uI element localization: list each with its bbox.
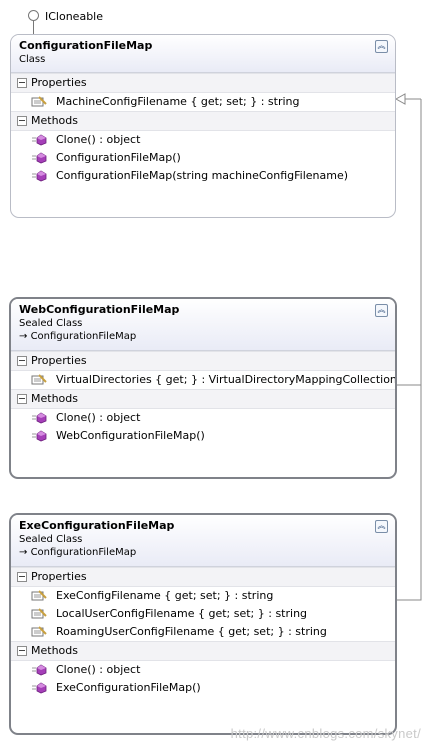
method-cube-icon xyxy=(32,682,47,694)
properties-section: Properties VirtualDirectories { get; } :… xyxy=(11,351,395,389)
property-text: MachineConfigFilename { get; set; } : st… xyxy=(56,95,300,108)
properties-section-header[interactable]: Properties xyxy=(11,567,395,587)
minus-toggle-icon[interactable] xyxy=(17,572,27,582)
method-cube-icon xyxy=(32,664,47,676)
minus-toggle-icon[interactable] xyxy=(17,116,27,126)
class-header: WebConfigurationFileMap Sealed Class → C… xyxy=(11,299,395,351)
method-text: Clone() : object xyxy=(56,411,141,424)
section-label: Properties xyxy=(31,570,87,583)
method-row[interactable]: WebConfigurationFileMap() xyxy=(11,427,395,445)
method-row[interactable]: Clone() : object xyxy=(11,131,395,149)
method-cube-icon xyxy=(32,170,47,182)
properties-section-header[interactable]: Properties xyxy=(11,351,395,371)
base-class-name: ConfigurationFileMap xyxy=(30,331,137,342)
methods-section: Methods Clone() : object ConfigurationFi… xyxy=(11,111,395,185)
properties-section-header[interactable]: Properties xyxy=(11,73,395,93)
property-wrench-icon xyxy=(31,626,47,637)
property-text: VirtualDirectories { get; } : VirtualDir… xyxy=(56,373,397,386)
property-row[interactable]: LocalUserConfigFilename { get; set; } : … xyxy=(11,605,395,623)
class-box-webconfigurationfilemap[interactable]: WebConfigurationFileMap Sealed Class → C… xyxy=(9,297,397,479)
property-wrench-icon xyxy=(31,96,47,107)
methods-section: Methods Clone() : object WebConfiguratio… xyxy=(11,389,395,445)
interface-name: ICloneable xyxy=(45,10,103,23)
arrow-right-icon: → xyxy=(19,331,31,342)
section-label: Methods xyxy=(31,644,78,657)
arrow-right-icon: → xyxy=(19,547,31,558)
base-class-ref: → ConfigurationFileMap xyxy=(19,546,387,560)
method-text: WebConfigurationFileMap() xyxy=(56,429,205,442)
property-text: LocalUserConfigFilename { get; set; } : … xyxy=(56,607,308,620)
methods-section-header[interactable]: Methods xyxy=(11,389,395,409)
class-header: ConfigurationFileMap Class ︽ xyxy=(11,35,395,73)
property-row[interactable]: RoamingUserConfigFilename { get; set; } … xyxy=(11,623,395,641)
method-cube-icon xyxy=(32,430,47,442)
chevron-up-double-icon[interactable]: ︽ xyxy=(375,520,388,533)
inheritance-line-exe xyxy=(395,385,422,601)
method-row[interactable]: Clone() : object xyxy=(11,661,395,679)
class-header: ExeConfigurationFileMap Sealed Class → C… xyxy=(11,515,395,567)
property-row[interactable]: VirtualDirectories { get; } : VirtualDir… xyxy=(11,371,395,389)
watermark-text: http://www.cnblogs.com/skynet/ xyxy=(230,726,421,741)
method-row[interactable]: ConfigurationFileMap(string machineConfi… xyxy=(11,167,395,185)
methods-section-header[interactable]: Methods xyxy=(11,641,395,661)
methods-section: Methods Clone() : object ExeConfiguratio… xyxy=(11,641,395,697)
class-kind: Sealed Class xyxy=(19,534,83,545)
base-class-ref: → ConfigurationFileMap xyxy=(19,330,387,344)
section-label: Methods xyxy=(31,392,78,405)
inheritance-arrowhead-icon xyxy=(394,93,406,105)
method-text: ConfigurationFileMap() xyxy=(56,151,181,164)
property-wrench-icon xyxy=(31,590,47,601)
chevron-up-double-icon[interactable]: ︽ xyxy=(375,40,388,53)
inheritance-line-web xyxy=(395,99,422,386)
class-box-execonfigurationfilemap[interactable]: ExeConfigurationFileMap Sealed Class → C… xyxy=(9,513,397,735)
lollipop-interface-icon xyxy=(28,10,39,21)
base-class-name: ConfigurationFileMap xyxy=(30,547,137,558)
properties-section: Properties MachineConfigFilename { get; … xyxy=(11,73,395,111)
minus-toggle-icon[interactable] xyxy=(17,394,27,404)
section-label: Methods xyxy=(31,114,78,127)
method-row[interactable]: Clone() : object xyxy=(11,409,395,427)
method-text: Clone() : object xyxy=(56,663,141,676)
minus-toggle-icon[interactable] xyxy=(17,78,27,88)
class-name: ExeConfigurationFileMap xyxy=(19,519,175,532)
minus-toggle-icon[interactable] xyxy=(17,646,27,656)
method-cube-icon xyxy=(32,412,47,424)
property-text: RoamingUserConfigFilename { get; set; } … xyxy=(56,625,327,638)
properties-section: Properties ExeConfigFilename { get; set;… xyxy=(11,567,395,641)
property-wrench-icon xyxy=(31,608,47,619)
class-name: WebConfigurationFileMap xyxy=(19,303,180,316)
method-cube-icon xyxy=(32,152,47,164)
method-row[interactable]: ExeConfigurationFileMap() xyxy=(11,679,395,697)
chevron-up-double-icon[interactable]: ︽ xyxy=(375,304,388,317)
class-box-configurationfilemap[interactable]: ConfigurationFileMap Class ︽ Properties … xyxy=(10,34,396,218)
class-diagram-canvas: ICloneable ConfigurationFileMap Class ︽ … xyxy=(0,0,437,747)
section-label: Properties xyxy=(31,354,87,367)
method-cube-icon xyxy=(32,134,47,146)
class-kind: Class xyxy=(19,54,46,65)
property-row[interactable]: ExeConfigFilename { get; set; } : string xyxy=(11,587,395,605)
methods-section-header[interactable]: Methods xyxy=(11,111,395,131)
class-name: ConfigurationFileMap xyxy=(19,39,153,52)
method-text: ConfigurationFileMap(string machineConfi… xyxy=(56,169,349,182)
method-text: Clone() : object xyxy=(56,133,141,146)
method-text: ExeConfigurationFileMap() xyxy=(56,681,201,694)
section-label: Properties xyxy=(31,76,87,89)
minus-toggle-icon[interactable] xyxy=(17,356,27,366)
property-wrench-icon xyxy=(31,374,47,385)
class-kind: Sealed Class xyxy=(19,318,83,329)
property-text: ExeConfigFilename { get; set; } : string xyxy=(56,589,274,602)
property-row[interactable]: MachineConfigFilename { get; set; } : st… xyxy=(11,93,395,111)
method-row[interactable]: ConfigurationFileMap() xyxy=(11,149,395,167)
